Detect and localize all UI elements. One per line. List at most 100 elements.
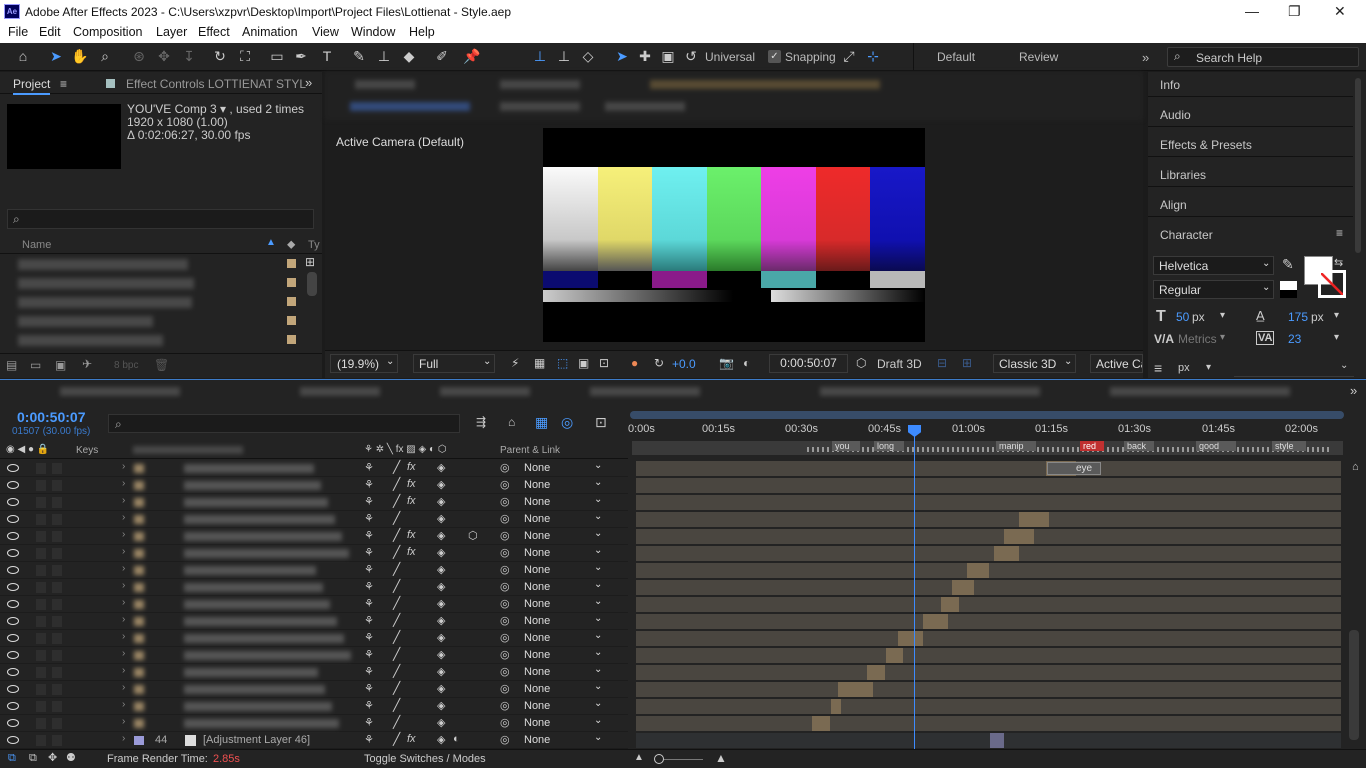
rotate-3d-icon[interactable]: ↺: [682, 47, 700, 65]
motion-blur-switch-icon[interactable]: ◈: [437, 461, 445, 474]
pickwhip-icon[interactable]: ◎: [500, 614, 510, 627]
layer-name-blurred[interactable]: [184, 583, 323, 592]
render-queue-icon[interactable]: ✈: [82, 357, 92, 371]
hand-tool-icon[interactable]: ✋: [71, 47, 89, 65]
shy-switch-icon[interactable]: ⚘: [364, 665, 374, 678]
solo-box[interactable]: [36, 684, 46, 695]
layer-name-blurred[interactable]: [184, 532, 342, 541]
lock-box[interactable]: [52, 667, 62, 678]
pickwhip-icon[interactable]: ◎: [500, 648, 510, 661]
shy-switch-icon[interactable]: ⚘: [364, 478, 374, 491]
rotate-tool-icon[interactable]: ↻: [211, 47, 229, 65]
new-comp-icon[interactable]: ▣: [55, 358, 66, 372]
pan-tool-icon[interactable]: ✥: [155, 47, 173, 65]
pickwhip-icon[interactable]: ◎: [500, 546, 510, 559]
shy-switch-icon[interactable]: ⚘: [364, 580, 374, 593]
lock-box[interactable]: [52, 701, 62, 712]
chevron-down-icon[interactable]: ▾: [1220, 310, 1225, 321]
layer-clip-bar[interactable]: [898, 631, 923, 646]
eye-icon[interactable]: [7, 617, 19, 625]
layer-name-blurred[interactable]: [184, 668, 318, 677]
quality-switch-icon[interactable]: ╱: [393, 715, 400, 729]
solo-box[interactable]: [36, 548, 46, 559]
fx-switch-icon[interactable]: fx: [407, 495, 416, 507]
lock-box[interactable]: [52, 565, 62, 576]
solo-box[interactable]: [36, 701, 46, 712]
parent-dropdown[interactable]: None ⌄: [518, 596, 606, 611]
lock-box[interactable]: [52, 616, 62, 627]
eye-icon[interactable]: [7, 549, 19, 557]
draft-3d-label[interactable]: Draft 3D: [877, 357, 922, 371]
pickwhip-icon[interactable]: ◎: [500, 580, 510, 593]
menu-animation[interactable]: Animation: [242, 25, 298, 39]
eye-icon[interactable]: [7, 736, 19, 744]
lock-box[interactable]: [52, 548, 62, 559]
motion-blur-switch-icon[interactable]: ◈: [437, 495, 445, 508]
parent-dropdown[interactable]: None ⌄: [518, 613, 606, 628]
label-swatch[interactable]: [134, 481, 144, 490]
brush-tool-icon[interactable]: ✎: [350, 47, 368, 65]
menu-window[interactable]: Window: [351, 25, 395, 39]
quality-switch-icon[interactable]: ╱: [393, 681, 400, 695]
new-folder-icon[interactable]: ▭: [30, 358, 41, 372]
quality-switch-icon[interactable]: ╱: [393, 596, 400, 610]
chevron-right-icon[interactable]: ›: [122, 478, 125, 489]
motion-blur-switch-icon[interactable]: ◈: [437, 478, 445, 491]
pickwhip-icon[interactable]: ◎: [500, 682, 510, 695]
layer-track[interactable]: [636, 478, 1341, 493]
pickwhip-icon[interactable]: ◎: [500, 733, 510, 746]
solo-box[interactable]: [36, 480, 46, 491]
quality-switch-icon[interactable]: ╱: [393, 562, 400, 576]
chevron-right-icon[interactable]: ›: [122, 461, 125, 472]
grid-guides-icon[interactable]: ⊡: [599, 356, 609, 370]
view-axis-icon[interactable]: ◇: [579, 47, 597, 65]
chevron-right-icon[interactable]: ›: [122, 597, 125, 608]
chevron-down-icon[interactable]: ▾: [1334, 310, 1339, 321]
snapping-checkbox[interactable]: ✓: [768, 50, 781, 63]
parent-dropdown[interactable]: None ⌄: [518, 511, 606, 526]
black-swatch[interactable]: [1280, 290, 1297, 298]
motion-blur-switch-icon[interactable]: ◈: [437, 597, 445, 610]
motion-blur-switch-icon[interactable]: ◈: [437, 512, 445, 525]
fast-previews-icon[interactable]: ⚡: [511, 356, 519, 370]
fx-switch-icon[interactable]: fx: [407, 461, 416, 473]
draft-3d-icon[interactable]: ⬡: [856, 356, 866, 370]
layer-name-blurred[interactable]: [184, 651, 351, 660]
frame-blending-icon[interactable]: ▦: [535, 414, 548, 431]
panel-effects-presets[interactable]: Effects & Presets: [1160, 138, 1252, 152]
minimize-icon[interactable]: —: [1245, 3, 1259, 19]
lock-box[interactable]: [52, 514, 62, 525]
layer-name-blurred[interactable]: [184, 617, 337, 626]
leading-value[interactable]: 175: [1288, 310, 1308, 324]
layer-track[interactable]: [636, 716, 1341, 731]
snap-target-icon[interactable]: ⊹: [864, 47, 882, 65]
motion-blur-switch-icon[interactable]: ◈: [437, 716, 445, 729]
quality-switch-icon[interactable]: ╱: [393, 494, 400, 508]
marker-manip[interactable]: manip: [996, 441, 1036, 451]
pickwhip-icon[interactable]: ◎: [500, 665, 510, 678]
work-area-bar[interactable]: [630, 411, 1344, 419]
layer-row[interactable]: › ⚘ ╱ ◈ ◎ None ⌄: [0, 715, 628, 732]
layer-track[interactable]: [636, 529, 1341, 544]
show-snapshot-icon[interactable]: ◐: [743, 356, 750, 370]
solo-box[interactable]: [36, 616, 46, 627]
parent-dropdown[interactable]: None ⌄: [518, 562, 606, 577]
comp-flowchart-icon[interactable]: ⇶: [476, 415, 486, 429]
layer-name-blurred[interactable]: [184, 515, 335, 524]
label-swatch[interactable]: [134, 651, 144, 660]
zoom-tool-icon[interactable]: ⌕: [96, 47, 114, 65]
lock-box[interactable]: [52, 735, 62, 746]
timeline-tabs[interactable]: [10, 385, 1320, 399]
pickwhip-icon[interactable]: ◎: [500, 699, 510, 712]
puppet-pin-icon[interactable]: 📌: [463, 47, 481, 65]
reset-exposure-icon[interactable]: ↻: [654, 356, 664, 370]
quality-switch-icon[interactable]: ╱: [393, 664, 400, 678]
layer-track[interactable]: [636, 665, 1341, 680]
eyedropper-icon[interactable]: ✎: [1282, 256, 1294, 273]
rectangle-tool-icon[interactable]: ▭: [268, 47, 286, 65]
shy-switch-icon[interactable]: ⚘: [364, 699, 374, 712]
font-style-dropdown[interactable]: Regular ⌄: [1153, 280, 1274, 299]
parent-dropdown[interactable]: None ⌄: [518, 477, 606, 492]
tab-project[interactable]: Project: [13, 77, 51, 95]
pickwhip-icon[interactable]: ◎: [500, 512, 510, 525]
